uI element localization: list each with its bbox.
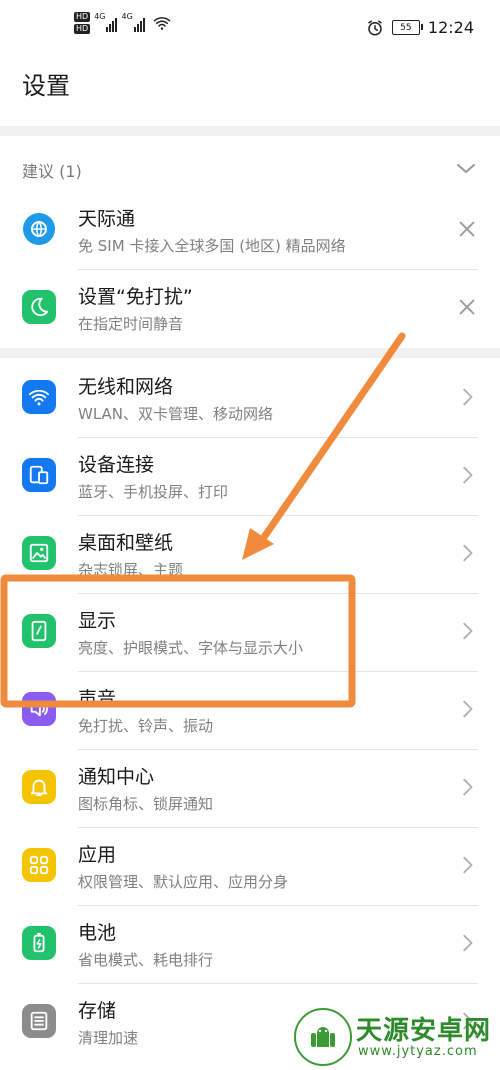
- chevron-right-icon: [463, 466, 473, 484]
- suggestion-title: 设置“免打扰”: [78, 286, 193, 308]
- suggestion-subtitle: 免 SIM 卡接入全球多国 (地区) 精品网络: [78, 237, 346, 255]
- chevron-right-icon: [463, 934, 473, 952]
- suggestion-title: 天际通: [78, 208, 136, 230]
- chevron-right-icon: [463, 388, 473, 406]
- bell-icon: [22, 770, 56, 804]
- device-connect-icon: [22, 458, 56, 492]
- chevron-down-icon[interactable]: [454, 156, 478, 180]
- close-icon[interactable]: [456, 218, 478, 240]
- settings-item-subtitle: 亮度、护眼模式、字体与显示大小: [78, 639, 304, 657]
- moon-icon: [22, 290, 56, 324]
- settings-item-title: 设备连接: [78, 454, 155, 476]
- settings-item-title: 通知中心: [78, 766, 155, 788]
- watermark-logo-icon: [294, 1008, 352, 1066]
- close-icon[interactable]: [456, 296, 478, 318]
- settings-item-subtitle: 权限管理、默认应用、应用分身: [78, 873, 289, 891]
- settings-item-title: 存储: [78, 1000, 117, 1022]
- speaker-icon: [22, 692, 56, 726]
- settings-item-apps[interactable]: 应用 权限管理、默认应用、应用分身: [0, 828, 500, 906]
- chevron-right-icon: [463, 544, 473, 562]
- alarm-icon: [368, 20, 382, 35]
- display-icon: [22, 614, 56, 648]
- chevron-right-icon: [463, 622, 473, 640]
- section-divider: [0, 348, 500, 358]
- signal-2-icon: 4G: [121, 12, 145, 32]
- status-right: 55 12:24: [366, 18, 474, 37]
- battery-icon: [22, 926, 56, 960]
- storage-icon: [22, 1004, 56, 1038]
- settings-item-title: 显示: [78, 610, 117, 632]
- settings-item-title: 应用: [78, 844, 117, 866]
- watermark-name: 天源安卓网: [356, 1016, 492, 1046]
- settings-item-subtitle: 免打扰、铃声、振动: [78, 717, 214, 735]
- settings-item-wallpaper[interactable]: 桌面和壁纸 杂志锁屏、主题: [0, 516, 500, 594]
- settings-item-device-connection[interactable]: 设备连接 蓝牙、手机投屏、打印: [0, 438, 500, 516]
- settings-item-battery[interactable]: 电池 省电模式、耗电排行: [0, 906, 500, 984]
- globe-icon: [22, 212, 56, 246]
- settings-item-notifications[interactable]: 通知中心 图标角标、锁屏通知: [0, 750, 500, 828]
- settings-item-sound[interactable]: 声音 免打扰、铃声、振动: [0, 672, 500, 750]
- suggestions-label: 建议 (1): [22, 162, 82, 181]
- settings-item-title: 声音: [78, 688, 117, 710]
- suggestion-subtitle: 在指定时间静音: [78, 315, 184, 333]
- settings-item-title: 桌面和壁纸: [78, 532, 174, 554]
- settings-item-display[interactable]: 显示 亮度、护眼模式、字体与显示大小: [0, 594, 500, 672]
- signal-indicators: HD HD 4G 4G: [74, 12, 171, 34]
- hd-badge-1: HD: [74, 12, 91, 22]
- settings-item-title: 电池: [78, 922, 117, 944]
- wallpaper-icon: [22, 536, 56, 570]
- status-bar: HD HD 4G 4G 55 12:24: [0, 0, 500, 56]
- wifi-icon: [22, 380, 56, 414]
- chevron-right-icon: [463, 778, 473, 796]
- settings-item-subtitle: 省电模式、耗电排行: [78, 951, 214, 969]
- chevron-right-icon: [463, 856, 473, 874]
- hd-badges: HD HD: [74, 12, 91, 34]
- battery-level: 55: [400, 22, 412, 33]
- hd-badge-2: HD: [74, 24, 91, 34]
- section-divider: [0, 126, 500, 136]
- watermark-url: www.jytyaz.com: [358, 1044, 478, 1059]
- watermark: 天源安卓网 www.jytyaz.com: [294, 998, 494, 1068]
- settings-item-title: 无线和网络: [78, 376, 174, 398]
- suggestion-item-tianjitong[interactable]: 天际通 免 SIM 卡接入全球多国 (地区) 精品网络: [0, 192, 500, 270]
- chevron-right-icon: [463, 700, 473, 718]
- signal-1-label: 4G: [94, 12, 106, 21]
- settings-item-subtitle: 清理加速: [78, 1029, 139, 1047]
- page-title: 设置: [22, 72, 70, 100]
- settings-item-subtitle: 杂志锁屏、主题: [78, 561, 184, 579]
- settings-item-subtitle: WLAN、双卡管理、移动网络: [78, 405, 274, 423]
- settings-item-subtitle: 图标角标、锁屏通知: [78, 795, 214, 813]
- apps-icon: [22, 848, 56, 882]
- signal-1-icon: 4G: [94, 12, 118, 32]
- suggestion-item-do-not-disturb[interactable]: 设置“免打扰” 在指定时间静音: [0, 270, 500, 348]
- settings-item-wireless[interactable]: 无线和网络 WLAN、双卡管理、移动网络: [0, 360, 500, 438]
- clock: 12:24: [427, 18, 474, 37]
- battery-status-icon: 55: [391, 20, 423, 35]
- settings-item-subtitle: 蓝牙、手机投屏、打印: [78, 483, 229, 501]
- signal-2-label: 4G: [121, 12, 133, 21]
- wifi-status-icon: [153, 17, 171, 30]
